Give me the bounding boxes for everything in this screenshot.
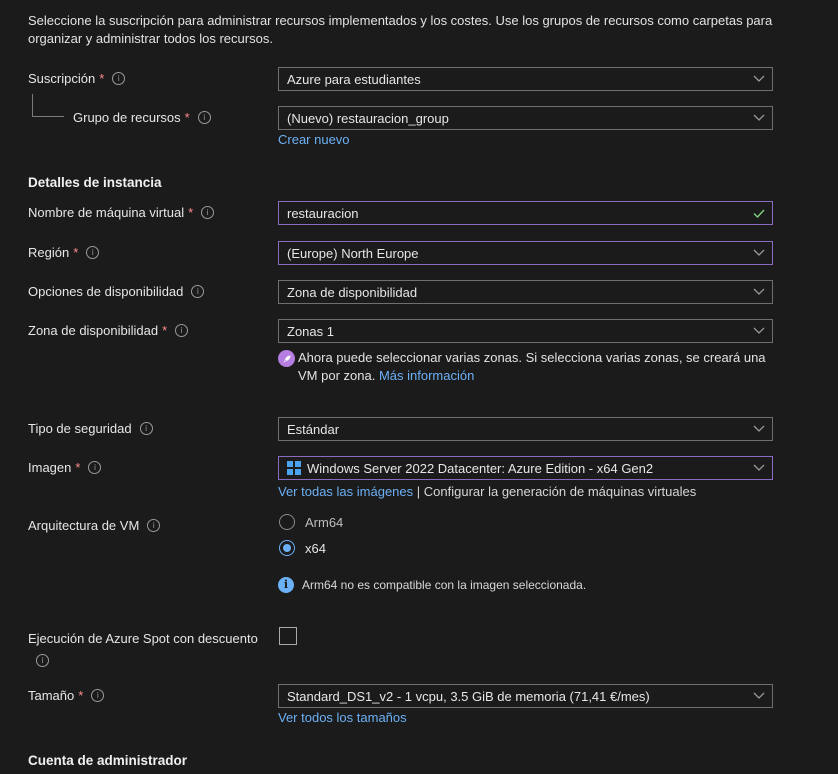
resource-group-select[interactable]: (Nuevo) restauracion_group	[278, 106, 773, 130]
vm-architecture-label: Arquitectura de VM i	[28, 518, 161, 533]
region-label: Región * i	[28, 245, 100, 260]
info-icon[interactable]: i	[86, 246, 100, 259]
subscription-label: Suscripción * i	[28, 71, 126, 86]
azure-spot-checkbox[interactable]	[279, 627, 297, 645]
info-icon[interactable]: i	[191, 285, 205, 298]
view-all-sizes-link[interactable]: Ver todos los tamaños	[278, 710, 407, 725]
chevron-down-icon	[746, 418, 772, 440]
image-select[interactable]: Windows Server 2022 Datacenter: Azure Ed…	[278, 456, 773, 480]
chevron-down-icon	[746, 457, 772, 479]
info-filled-icon: i	[278, 577, 294, 593]
instance-details-heading: Detalles de instancia	[28, 175, 162, 190]
availability-zone-select[interactable]: Zonas 1	[278, 319, 773, 343]
vm-name-label: Nombre de máquina virtual * i	[28, 205, 215, 220]
size-label: Tamaño * i	[28, 688, 105, 703]
info-icon[interactable]: i	[175, 324, 189, 337]
radio-option-arm64[interactable]: Arm64	[279, 514, 343, 530]
availability-zone-label: Zona de disponibilidad * i	[28, 323, 189, 338]
chevron-down-icon	[746, 685, 772, 707]
architecture-info-text: Arm64 no es compatible con la imagen sel…	[302, 578, 587, 592]
availability-zone-notice: Ahora puede seleccionar varias zonas. Si…	[298, 350, 766, 383]
required-marker: *	[188, 205, 194, 220]
radio-button-selected[interactable]	[279, 540, 295, 556]
vm-create-form: Seleccione la suscripción para administr…	[0, 0, 838, 774]
spot-info-wrap: i	[36, 651, 49, 667]
chevron-down-icon	[746, 320, 772, 342]
info-icon[interactable]: i	[147, 519, 161, 532]
tree-connector	[32, 94, 33, 116]
configure-vm-generation-link[interactable]: Configurar la generación de máquinas vir…	[424, 484, 696, 499]
availability-options-select[interactable]: Zona de disponibilidad	[278, 280, 773, 304]
radio-option-x64[interactable]: x64	[279, 540, 326, 556]
create-new-link[interactable]: Crear nuevo	[278, 132, 350, 147]
chevron-down-icon	[746, 281, 772, 303]
security-type-label: Tipo de seguridad i	[28, 421, 153, 436]
info-icon[interactable]: i	[201, 206, 215, 219]
chevron-down-icon	[746, 68, 772, 90]
required-marker: *	[75, 460, 81, 475]
size-select[interactable]: Standard_DS1_v2 - 1 vcpu, 3.5 GiB de mem…	[278, 684, 773, 708]
vm-name-input[interactable]: restauracion	[278, 201, 773, 225]
rocket-icon	[278, 350, 295, 367]
required-marker: *	[162, 323, 168, 338]
admin-account-heading: Cuenta de administrador	[28, 753, 188, 768]
subscription-select[interactable]: Azure para estudiantes	[278, 67, 773, 91]
link-separator: |	[416, 484, 421, 499]
required-marker: *	[78, 688, 84, 703]
azure-spot-label: Ejecución de Azure Spot con descuento	[28, 631, 258, 646]
chevron-down-icon	[746, 242, 772, 264]
region-select[interactable]: (Europe) North Europe	[278, 241, 773, 265]
required-marker: *	[99, 71, 105, 86]
info-icon[interactable]: i	[112, 72, 126, 85]
image-links: Ver todas las imágenes | Configurar la g…	[278, 484, 696, 499]
info-icon[interactable]: i	[88, 461, 102, 474]
required-marker: *	[73, 245, 79, 260]
subscription-intro-text: Seleccione la suscripción para administr…	[28, 13, 773, 46]
info-icon[interactable]: i	[36, 654, 49, 667]
tree-connector	[32, 116, 64, 117]
windows-logo-icon	[287, 461, 301, 475]
view-all-images-link[interactable]: Ver todas las imágenes	[278, 484, 413, 499]
info-icon[interactable]: i	[197, 111, 211, 124]
chevron-down-icon	[746, 107, 772, 129]
checkmark-icon	[746, 202, 772, 224]
required-marker: *	[184, 110, 190, 125]
security-type-select[interactable]: Estándar	[278, 417, 773, 441]
resource-group-label: Grupo de recursos * i	[73, 110, 211, 125]
info-icon[interactable]: i	[91, 689, 105, 702]
more-info-link[interactable]: Más información	[379, 368, 474, 383]
availability-options-label: Opciones de disponibilidad i	[28, 284, 205, 299]
radio-button[interactable]	[279, 514, 295, 530]
info-icon[interactable]: i	[139, 422, 153, 435]
image-label: Imagen * i	[28, 460, 102, 475]
